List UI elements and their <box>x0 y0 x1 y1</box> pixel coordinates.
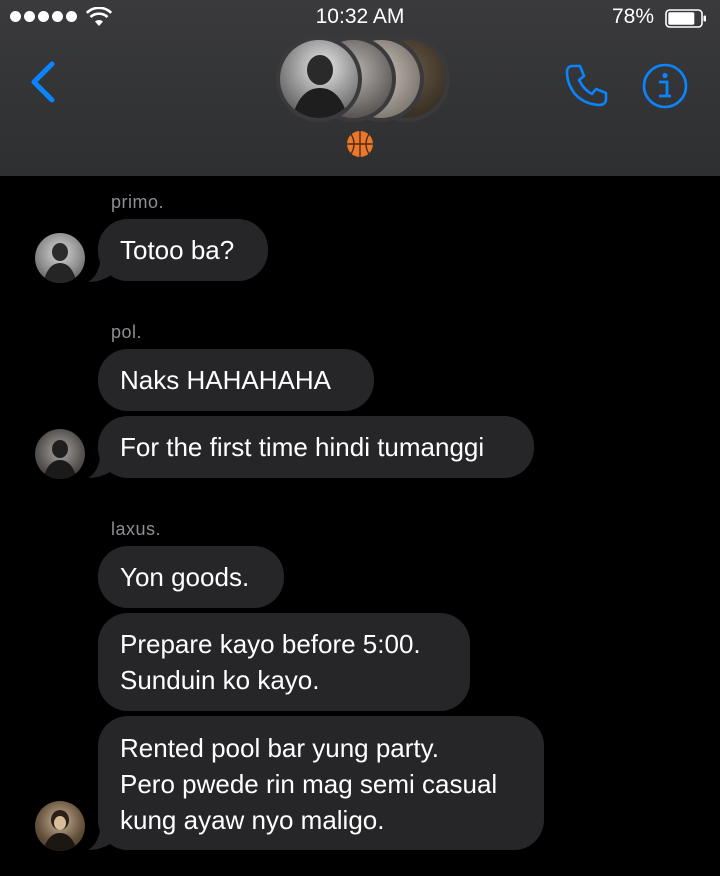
message-bubble[interactable]: Yon goods. <box>98 546 284 608</box>
sender-name: primo. <box>111 192 165 212</box>
avatar[interactable] <box>35 233 85 283</box>
message-bubble[interactable]: Prepare kayo before 5:00. Sunduin ko kay… <box>98 613 470 711</box>
battery-icon <box>665 9 706 28</box>
info-icon[interactable] <box>641 62 689 110</box>
phone-call-icon[interactable] <box>564 62 610 108</box>
back-chevron-icon[interactable] <box>28 60 60 104</box>
status-bar: 10:32 AM 78% <box>0 0 720 36</box>
message-thread[interactable]: primo. Totoo ba? pol. Naks HAHAHAHA For … <box>0 176 720 876</box>
sender-name: laxus. <box>111 519 162 539</box>
conversation-header: 10:32 AM 78% <box>0 0 720 176</box>
group-avatar-1 <box>276 36 362 122</box>
group-avatars[interactable] <box>270 36 450 126</box>
message-bubble[interactable]: For the first time hindi tumanggi <box>98 416 534 478</box>
message-bubble[interactable]: Totoo ba? <box>98 219 268 281</box>
avatar[interactable] <box>35 429 85 479</box>
basketball-icon <box>347 131 373 157</box>
avatar[interactable] <box>35 801 85 851</box>
sender-name: pol. <box>111 322 143 342</box>
message-bubble[interactable]: Rented pool bar yung party. Pero pwede r… <box>98 716 544 850</box>
message-bubble[interactable]: Naks HAHAHAHA <box>98 349 374 411</box>
battery-percent: 78% <box>611 5 654 28</box>
